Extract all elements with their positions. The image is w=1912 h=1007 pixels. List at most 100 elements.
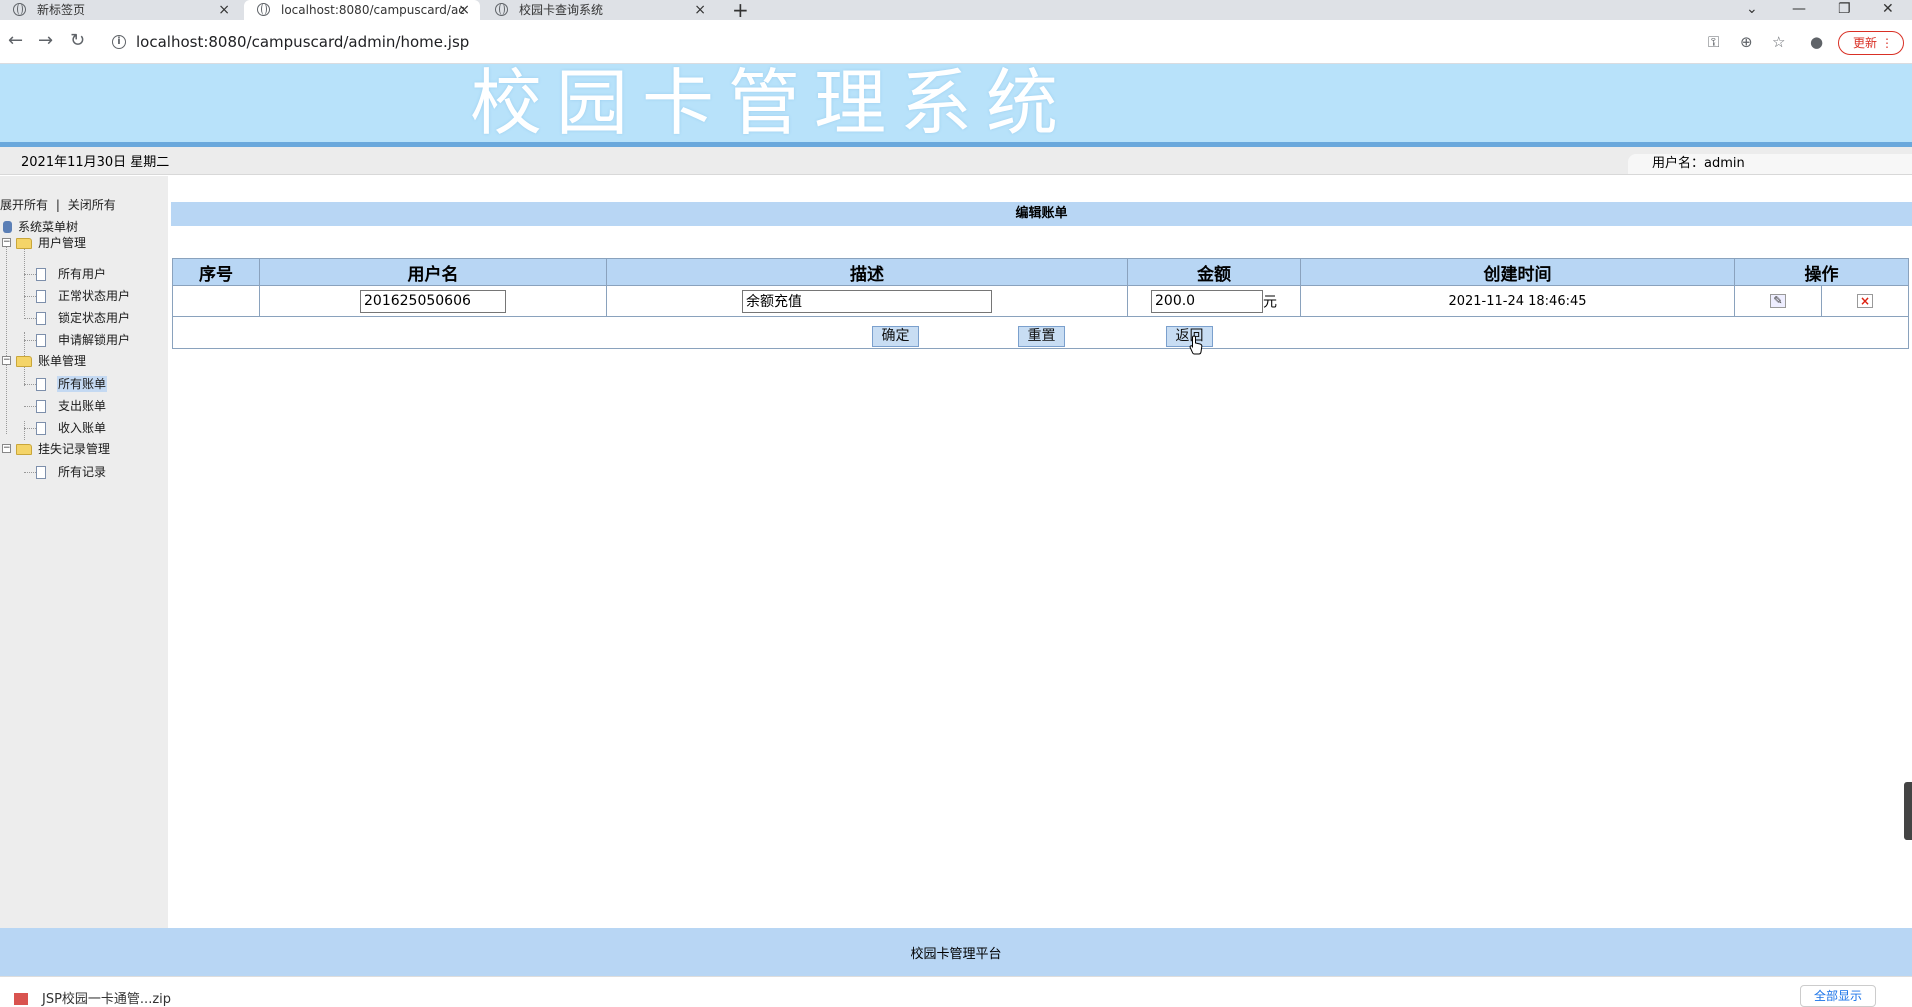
tree-guide-line — [6, 238, 7, 434]
cell-created: 2021-11-24 18:46:45 — [1300, 285, 1735, 317]
tree-item-expense-bills[interactable]: 支出账单 — [58, 398, 106, 414]
table-row: 元 2021-11-24 18:46:45 ✎ × — [172, 285, 1909, 317]
tab-title: localhost:8080/campuscard/ac — [281, 3, 465, 17]
forward-arrow-icon[interactable]: → — [38, 30, 53, 52]
url-field[interactable]: localhost:8080/campuscard/admin/home.jsp — [136, 32, 469, 52]
tab-new-tab[interactable]: 新标签页 × — [0, 0, 240, 20]
tab-campuscard-query[interactable]: 校园卡查询系统 × — [482, 0, 716, 20]
cell-edit: ✎ — [1734, 285, 1822, 317]
sidebar: 展开所有 | 关闭所有 系统菜单树 − 用户管理 所有用户 正常状态用户 锁定状… — [0, 176, 168, 928]
page-icon — [36, 378, 46, 391]
profile-icon[interactable]: ● — [1810, 32, 1823, 52]
tree-root-label[interactable]: 系统菜单树 — [18, 219, 78, 235]
tree-root-icon — [3, 221, 12, 233]
expand-all-link[interactable]: 展开所有 — [0, 198, 48, 212]
delete-icon[interactable]: × — [1857, 294, 1873, 308]
folder-icon — [16, 444, 32, 455]
column-header-created: 创建时间 — [1300, 258, 1735, 286]
tree-controls: 展开所有 | 关闭所有 — [0, 198, 116, 212]
tab-close-icon[interactable]: × — [458, 0, 470, 20]
download-bar: JSP校园一卡通管...zip 全部显示 — [0, 976, 1912, 1007]
tree-item-all-users[interactable]: 所有用户 — [58, 266, 106, 282]
reset-button[interactable]: 重置 — [1018, 326, 1065, 347]
new-tab-button[interactable]: + — [732, 0, 749, 22]
tree-item-all-records[interactable]: 所有记录 — [58, 464, 106, 480]
site-title: 校园卡管理系统 — [470, 61, 1073, 145]
browser-tab-bar: 新标签页 × localhost:8080/campuscard/ac × 校园… — [0, 0, 1912, 22]
tab-search-icon[interactable]: ⌄ — [1746, 0, 1758, 18]
collapse-toggle-icon[interactable]: − — [2, 238, 11, 247]
tree-item-normal-users[interactable]: 正常状态用户 — [58, 288, 130, 304]
tree-item-all-bills[interactable]: 所有账单 — [57, 376, 108, 392]
collapse-toggle-icon[interactable]: − — [2, 444, 11, 453]
username-input[interactable] — [360, 289, 506, 313]
cell-amount: 元 — [1127, 285, 1301, 317]
info-bar: 2021年11月30日 星期二 用户名：admin — [0, 147, 1912, 175]
tree-guide-line — [24, 421, 25, 440]
column-header-description: 描述 — [606, 258, 1128, 286]
tab-title: 新标签页 — [37, 3, 86, 17]
table-header-row: 序号 用户名 描述 金额 创建时间 操作 — [172, 258, 1909, 286]
column-header-actions: 操作 — [1734, 258, 1909, 286]
site-banner: 校园卡管理系统 — [0, 64, 1912, 142]
hand-cursor-icon — [1189, 335, 1203, 355]
site-info-icon[interactable]: i — [112, 35, 126, 49]
amount-input[interactable] — [1151, 289, 1263, 313]
collapse-all-link[interactable]: 关闭所有 — [68, 198, 116, 212]
column-header-username: 用户名 — [259, 258, 607, 286]
current-user: 用户名：admin — [1628, 154, 1912, 174]
tree-item-locked-users[interactable]: 锁定状态用户 — [58, 310, 130, 326]
page-title: 编辑账单 — [171, 202, 1912, 226]
column-header-amount: 金额 — [1127, 258, 1301, 286]
currency-unit: 元 — [1263, 294, 1277, 310]
folder-icon — [16, 356, 32, 367]
tree-group-user-management[interactable]: 用户管理 — [38, 235, 86, 251]
collapse-toggle-icon[interactable]: − — [2, 356, 11, 365]
tree-group-bill-management[interactable]: 账单管理 — [38, 353, 86, 369]
back-arrow-icon[interactable]: ← — [8, 30, 23, 52]
zip-file-icon — [14, 993, 28, 1005]
more-menu-icon: ⋮ — [1881, 36, 1893, 50]
globe-icon — [257, 3, 270, 16]
page-icon — [36, 422, 46, 435]
reload-icon[interactable]: ↻ — [70, 30, 85, 52]
tree-guide-line — [24, 244, 25, 316]
page-icon — [36, 466, 46, 479]
address-bar: ← → ↻ i localhost:8080/campuscard/admin/… — [0, 20, 1912, 64]
current-date: 2021年11月30日 星期二 — [21, 155, 170, 170]
folder-icon — [16, 238, 32, 249]
cell-description — [606, 285, 1128, 317]
restore-icon[interactable]: ❐ — [1838, 0, 1851, 18]
tree-item-income-bills[interactable]: 收入账单 — [58, 420, 106, 436]
update-button[interactable]: 更新 ⋮ — [1838, 31, 1904, 55]
globe-icon — [13, 3, 26, 16]
confirm-button[interactable]: 确定 — [872, 326, 919, 347]
page-icon — [36, 268, 46, 281]
separator: | — [55, 198, 60, 212]
tree-group-loss-records[interactable]: 挂失记录管理 — [38, 441, 110, 457]
zoom-icon[interactable]: ⊕ — [1740, 32, 1753, 52]
star-icon[interactable]: ☆ — [1772, 32, 1785, 52]
tree-item-unlock-requests[interactable]: 申请解锁用户 — [58, 332, 130, 348]
page-footer: 校园卡管理平台 — [0, 928, 1912, 976]
page-icon — [36, 334, 46, 347]
download-filename[interactable]: JSP校园一卡通管...zip — [42, 993, 171, 1007]
page-icon — [36, 400, 46, 413]
cell-username — [259, 285, 607, 317]
tab-close-icon[interactable]: × — [218, 0, 230, 20]
tab-campuscard-admin[interactable]: localhost:8080/campuscard/ac × — [244, 0, 480, 20]
key-icon[interactable]: ⚿ — [1708, 32, 1719, 52]
window-close-icon[interactable]: ✕ — [1882, 0, 1894, 18]
update-label: 更新 — [1853, 36, 1878, 50]
cell-index — [172, 285, 260, 317]
edit-icon[interactable]: ✎ — [1770, 294, 1786, 308]
tab-close-icon[interactable]: × — [694, 0, 706, 20]
cell-delete: × — [1821, 285, 1909, 317]
description-input[interactable] — [742, 289, 992, 313]
minimize-icon[interactable]: — — [1792, 0, 1806, 18]
column-header-index: 序号 — [172, 258, 260, 286]
page-icon — [36, 312, 46, 325]
page-icon — [36, 290, 46, 303]
side-panel-handle[interactable] — [1904, 782, 1912, 840]
globe-icon — [495, 3, 508, 16]
